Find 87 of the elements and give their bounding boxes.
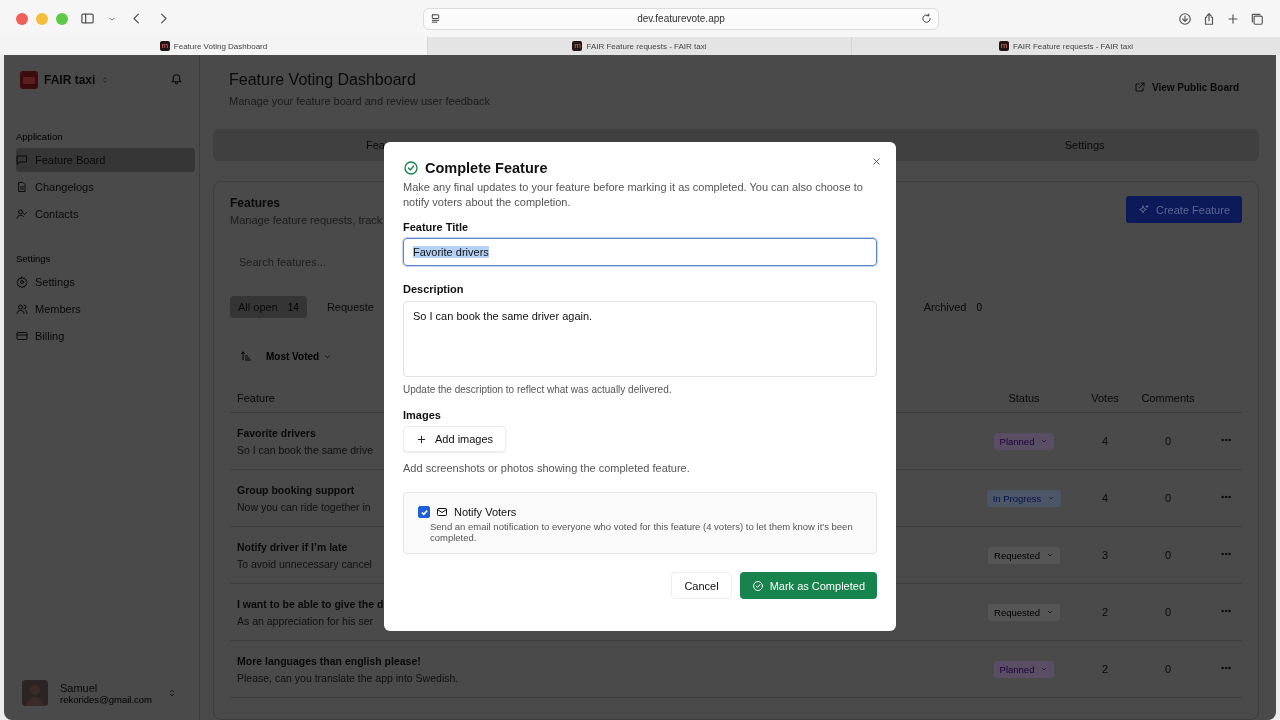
notify-description: Send an email notification to everyone who voted for this feature (4 voters) to let them know it's been completed. — [429, 521, 854, 543]
vote-count: 2 — [1084, 640, 1126, 698]
status-dropdown[interactable]: Requested — [988, 603, 1060, 621]
vote-count: 2 — [1084, 583, 1126, 641]
plus-icon — [1226, 11, 1240, 26]
feature-title: I want to be able to give the d — [237, 597, 384, 610]
download-icon — [1178, 11, 1192, 26]
cancel-button[interactable]: Cancel — [671, 572, 732, 599]
create-feature-button[interactable]: Create Feature — [1126, 196, 1242, 223]
sidebar-item[interactable]: Changelogs — [16, 175, 195, 199]
notify-checkbox[interactable] — [418, 506, 430, 518]
dialog-description: Make any final updates to your feature before marking it as completed. You can also choose to notify voters about the completion. — [403, 180, 864, 210]
sidebar-icon — [80, 11, 95, 26]
vote-count: 4 — [1084, 469, 1126, 527]
notify-label: Notify Voters — [454, 505, 517, 518]
check-circle-icon — [403, 160, 419, 176]
chevron-down-icon — [1045, 608, 1054, 616]
chevron-down-icon — [1047, 494, 1056, 502]
credit-card-icon — [16, 330, 28, 342]
sidebar-item[interactable]: Members — [16, 297, 195, 321]
share-icon — [1202, 11, 1216, 26]
chevron-down-icon — [1040, 665, 1049, 673]
sort-dropdown[interactable]: Most Voted — [266, 350, 333, 362]
dialog-title: Complete Feature — [425, 160, 548, 176]
sidebar-item[interactable]: Billing — [16, 324, 195, 348]
description-textarea[interactable]: So I can book the same driver again. — [403, 301, 877, 377]
browser-tab[interactable]: m FAIR Feature requests - FAIR taxi — [427, 37, 851, 55]
reload-icon — [921, 13, 932, 24]
close-window-button[interactable] — [16, 12, 28, 25]
feature-title: Group booking support — [237, 483, 355, 496]
feature-title: Favorite drivers — [237, 426, 316, 439]
status-dropdown[interactable]: In Progress — [986, 489, 1062, 507]
vote-count: 3 — [1084, 526, 1126, 584]
sidebar-item[interactable]: Contacts — [16, 202, 195, 226]
section-title: Features — [230, 196, 282, 210]
check-circle-icon — [751, 579, 764, 592]
feature-title: Notify driver if I’m late — [237, 540, 348, 553]
updown-icon — [167, 688, 177, 698]
page-menu-icon — [430, 13, 441, 24]
user-email: rekorides@gmail.com — [60, 693, 152, 705]
notification-bell-icon — [170, 72, 183, 85]
browser-tab[interactable]: m FAIR Feature requests - FAIR taxi — [851, 37, 1280, 55]
status-dropdown[interactable]: Requested — [988, 546, 1060, 564]
field-hint: Add screenshots or photos showing the completed feature. — [403, 462, 691, 474]
column-header: Comments — [1126, 392, 1210, 413]
workspace-name[interactable]: FAIR taxi — [44, 73, 96, 87]
zoom-window-button[interactable] — [56, 12, 68, 25]
chevron-down-icon — [1045, 551, 1054, 559]
chevron-down-icon — [1040, 437, 1049, 445]
mail-icon — [436, 505, 448, 518]
section-heading: Application — [16, 131, 64, 142]
users-icon — [16, 303, 28, 315]
address-bar[interactable]: dev.featurevote.app — [423, 7, 939, 30]
avatar — [22, 680, 48, 706]
user-check-icon — [16, 208, 28, 220]
filter-tab[interactable]: Archived 0 — [915, 296, 990, 318]
feature-title: More languages than english please! — [237, 654, 421, 667]
taxi-logo-icon — [20, 71, 38, 89]
add-images-button[interactable]: Add images — [403, 426, 507, 452]
external-link-icon — [1133, 81, 1146, 93]
vote-count: 4 — [1084, 412, 1126, 470]
tabs-overview-icon — [1250, 11, 1264, 26]
user-name: Samuel — [60, 681, 99, 694]
status-dropdown[interactable]: Planned — [993, 660, 1055, 678]
section-heading: Settings — [16, 253, 52, 264]
status-dropdown[interactable]: Planned — [993, 432, 1055, 450]
filter-tab[interactable]: Requeste — [318, 296, 382, 318]
updown-icon — [101, 76, 110, 84]
settings-icon — [16, 276, 28, 288]
sparkle-icon — [1138, 203, 1150, 216]
column-header: Votes — [1084, 392, 1126, 413]
field-hint: Update the description to reflect what was actually delivered. — [403, 384, 673, 395]
document-icon — [16, 181, 28, 193]
message-icon — [16, 154, 28, 166]
column-header: Status — [964, 392, 1084, 413]
field-label: Description — [403, 283, 465, 295]
close-icon — [871, 156, 882, 167]
sort-icon — [240, 350, 252, 362]
page-title: Feature Voting Dashboard — [229, 71, 417, 89]
feature-title-input[interactable]: Favorite drivers — [403, 238, 877, 266]
plus-icon — [416, 433, 427, 445]
sidebar-item[interactable]: Settings — [16, 270, 195, 294]
mark-completed-button[interactable]: Mark as Completed — [739, 572, 877, 599]
browser-tab[interactable]: m Feature Voting Dashboard — [0, 37, 427, 55]
minimize-window-button[interactable] — [36, 12, 48, 25]
field-label: Feature Title — [403, 221, 470, 233]
view-public-board-link[interactable]: View Public Board — [1133, 81, 1239, 93]
